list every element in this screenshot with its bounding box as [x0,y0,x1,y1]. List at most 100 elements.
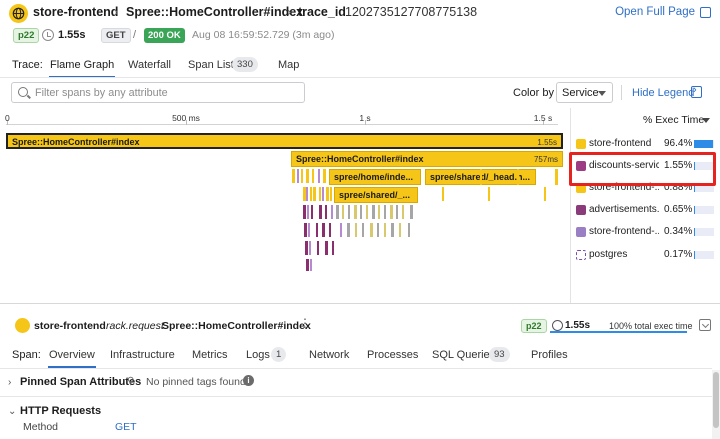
tab-processes[interactable]: Processes [367,349,418,361]
legend-item[interactable]: store-frontend-... 0.34% [576,225,716,239]
flame-child-span[interactable] [304,223,307,237]
http-requests-section[interactable]: ⌄ HTTP Requests [0,398,712,424]
flame-child-span[interactable] [360,205,362,219]
breadcrumb-resource[interactable]: Spree::HomeController#index [126,5,303,19]
flame-child-span[interactable] [326,187,329,201]
flame-child-span[interactable] [331,205,333,219]
legend-item[interactable]: postgres 0.17% [576,248,716,262]
flame-child-span[interactable] [306,187,308,201]
flame-child-span[interactable] [292,169,295,183]
span-filter-input[interactable]: Filter spans by any attribute [11,82,305,103]
flame-child-span[interactable] [322,223,325,237]
flame-child-span[interactable] [317,241,319,255]
tab-span-list[interactable]: Span List [188,59,234,71]
flame-child-span[interactable] [391,223,394,237]
flame-child-span[interactable] [370,223,373,237]
flame-child-span[interactable] [322,187,324,201]
info-icon[interactable]: i [243,375,254,386]
flame-child-span[interactable] [517,169,519,185]
flame-child-span[interactable] [306,169,309,183]
attribute-value[interactable]: GET [115,421,137,433]
flame-child-span[interactable] [396,205,398,219]
flame-child-span[interactable] [306,259,309,271]
flame-child-span[interactable] [480,169,482,185]
flame-child-span[interactable] [309,241,311,255]
flame-child-span[interactable] [342,205,344,219]
flame-child-span[interactable] [303,205,306,219]
flame-graph[interactable]: 0 500 ms 1 s 1.5 s Spree::HomeController… [0,108,570,303]
legend-header[interactable]: % Exec Time [643,114,704,126]
flame-child-span[interactable] [325,205,327,219]
flame-child-span[interactable] [555,169,558,185]
flame-child-span[interactable] [332,241,334,255]
flame-span[interactable]: Spree::HomeController#index 757ms [291,151,563,167]
flame-child-span[interactable] [313,187,316,201]
open-full-page-link[interactable]: Open Full Page [615,6,711,18]
flame-child-span[interactable] [378,205,380,219]
flame-child-span[interactable] [488,187,490,201]
flame-child-span[interactable] [316,223,318,237]
flame-child-span[interactable] [410,205,413,219]
flame-child-span[interactable] [384,223,386,237]
flame-child-span[interactable] [305,241,308,255]
flame-span[interactable]: spree/shared/_... [334,187,418,203]
flame-child-span[interactable] [390,205,393,219]
more-options-icon[interactable]: ⋮ [299,317,311,329]
scrollbar-thumb[interactable] [713,372,719,428]
tab-flame-graph[interactable]: Flame Graph [48,59,116,78]
tab-sql-queries[interactable]: SQL Queries [432,349,495,361]
flame-child-span[interactable] [308,223,310,237]
flame-child-span[interactable] [311,205,313,219]
tab-profiles[interactable]: Profiles [531,349,568,361]
flame-child-span[interactable] [310,259,312,271]
breadcrumb-service[interactable]: store-frontend [33,5,118,19]
flame-child-span[interactable] [544,187,546,201]
collapse-panel-icon[interactable] [691,84,702,98]
flame-child-span[interactable] [402,205,404,219]
flame-child-span[interactable] [372,205,375,219]
flame-child-span[interactable] [297,169,299,183]
hide-legend-button[interactable]: Hide Legend [632,87,694,99]
flame-child-span[interactable] [354,205,357,219]
flame-child-span[interactable] [362,223,364,237]
flame-child-span[interactable] [325,241,328,255]
legend-item[interactable]: store-frontend 96.4% [576,137,716,151]
flame-span-root[interactable]: Spree::HomeController#index 1.55s [6,133,563,149]
flame-child-span[interactable] [330,187,332,201]
flame-child-span[interactable] [384,205,386,219]
tab-overview[interactable]: Overview [48,349,96,368]
flame-child-span[interactable] [377,223,379,237]
tab-network[interactable]: Network [309,349,349,361]
collapse-icon[interactable] [699,319,711,331]
flame-child-span[interactable] [310,187,312,201]
flame-child-span[interactable] [329,223,331,237]
flame-child-span[interactable] [340,223,342,237]
tab-logs[interactable]: Logs [246,349,270,361]
flame-child-span[interactable] [323,169,326,183]
flame-child-span[interactable] [348,205,350,219]
flame-span[interactable]: spree/home/inde... [329,169,421,185]
flame-child-span[interactable] [319,205,322,219]
flame-child-span[interactable] [307,205,309,219]
color-by-select[interactable]: Service [556,82,613,103]
tab-infrastructure[interactable]: Infrastructure [110,349,175,361]
flame-child-span[interactable] [319,187,321,201]
span-resource[interactable]: Spree::HomeController#index [162,320,311,332]
flame-child-span[interactable] [318,169,320,183]
flame-child-span[interactable] [442,187,444,201]
flame-child-span[interactable] [366,205,368,219]
span-service[interactable]: store-frontend [34,320,106,332]
tab-map[interactable]: Map [278,59,299,71]
flame-child-span[interactable] [312,169,314,183]
trace-id-value[interactable]: 1202735127708775138 [345,5,477,19]
flame-child-span[interactable] [355,223,357,237]
flame-child-span[interactable] [347,223,350,237]
flame-child-span[interactable] [336,205,339,219]
flame-child-span[interactable] [301,169,303,183]
flame-child-span[interactable] [408,223,410,237]
sort-down-icon[interactable] [702,118,710,123]
tab-metrics[interactable]: Metrics [192,349,227,361]
flame-child-span[interactable] [399,223,401,237]
tab-waterfall[interactable]: Waterfall [128,59,171,71]
pinned-attributes-section[interactable]: › Pinned Span Attributes [0,369,712,395]
